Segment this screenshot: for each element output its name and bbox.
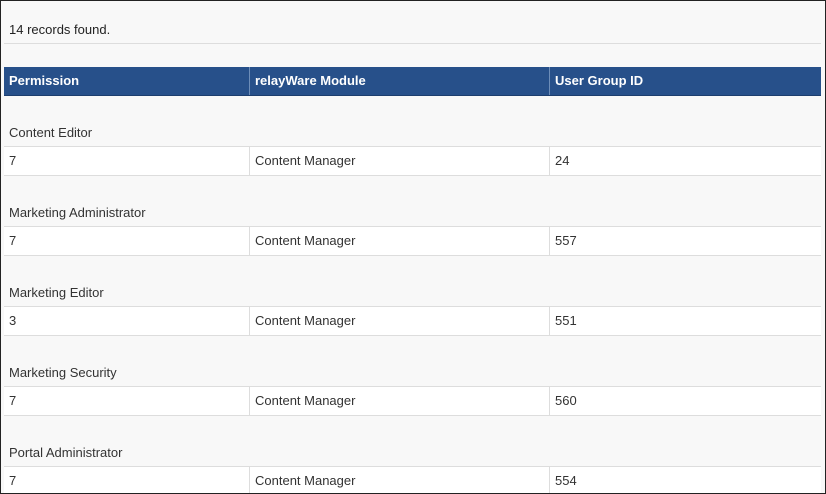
group-header-row: Marketing Administrator <box>4 176 821 226</box>
group-label: Content Editor <box>9 125 93 140</box>
cell-permission: 3 <box>4 307 250 335</box>
group-label: Marketing Administrator <box>9 205 146 220</box>
column-header-relayware-module[interactable]: relayWare Module <box>250 67 550 95</box>
cell-permission: 7 <box>4 147 250 175</box>
column-header-user-group-id[interactable]: User Group ID <box>550 67 821 95</box>
cell-permission: 7 <box>4 227 250 255</box>
report-frame: 14 records found. Permission relayWare M… <box>0 0 826 494</box>
cell-permission: 7 <box>4 467 250 493</box>
cell-module: Content Manager <box>250 467 550 493</box>
cell-user-group-id: 24 <box>555 153 570 168</box>
group-label: Marketing Security <box>9 365 117 380</box>
table-row[interactable]: 7 Content Manager 557 <box>4 226 821 256</box>
table-row[interactable]: 7 Content Manager 24 <box>4 146 821 176</box>
cell-permission: 7 <box>4 387 250 415</box>
permissions-table: Permission relayWare Module User Group I… <box>4 67 821 493</box>
group-label: Portal Administrator <box>9 445 123 460</box>
cell-module: Content Manager <box>250 147 550 175</box>
group-header-row: Content Editor <box>4 96 821 146</box>
group-header-row: Marketing Editor <box>4 256 821 306</box>
group-header-row: Marketing Security <box>4 336 821 386</box>
table-row[interactable]: 3 Content Manager 551 <box>4 306 821 336</box>
table-header-row: Permission relayWare Module User Group I… <box>4 67 821 96</box>
group-header-row: Portal Administrator <box>4 416 821 466</box>
records-count-text: 14 records found. <box>9 22 111 37</box>
table-row[interactable]: 7 Content Manager 560 <box>4 386 821 416</box>
group-label: Marketing Editor <box>9 285 104 300</box>
cell-user-group-id: 551 <box>555 313 577 328</box>
cell-user-group-id: 557 <box>555 233 577 248</box>
cell-module: Content Manager <box>250 227 550 255</box>
records-summary-bar: 14 records found. <box>4 4 821 44</box>
cell-user-group-id: 560 <box>555 393 577 408</box>
column-header-permission[interactable]: Permission <box>4 67 250 95</box>
table-row[interactable]: 7 Content Manager 554 <box>4 466 821 493</box>
cell-module: Content Manager <box>250 387 550 415</box>
cell-user-group-id: 554 <box>555 473 577 488</box>
cell-module: Content Manager <box>250 307 550 335</box>
